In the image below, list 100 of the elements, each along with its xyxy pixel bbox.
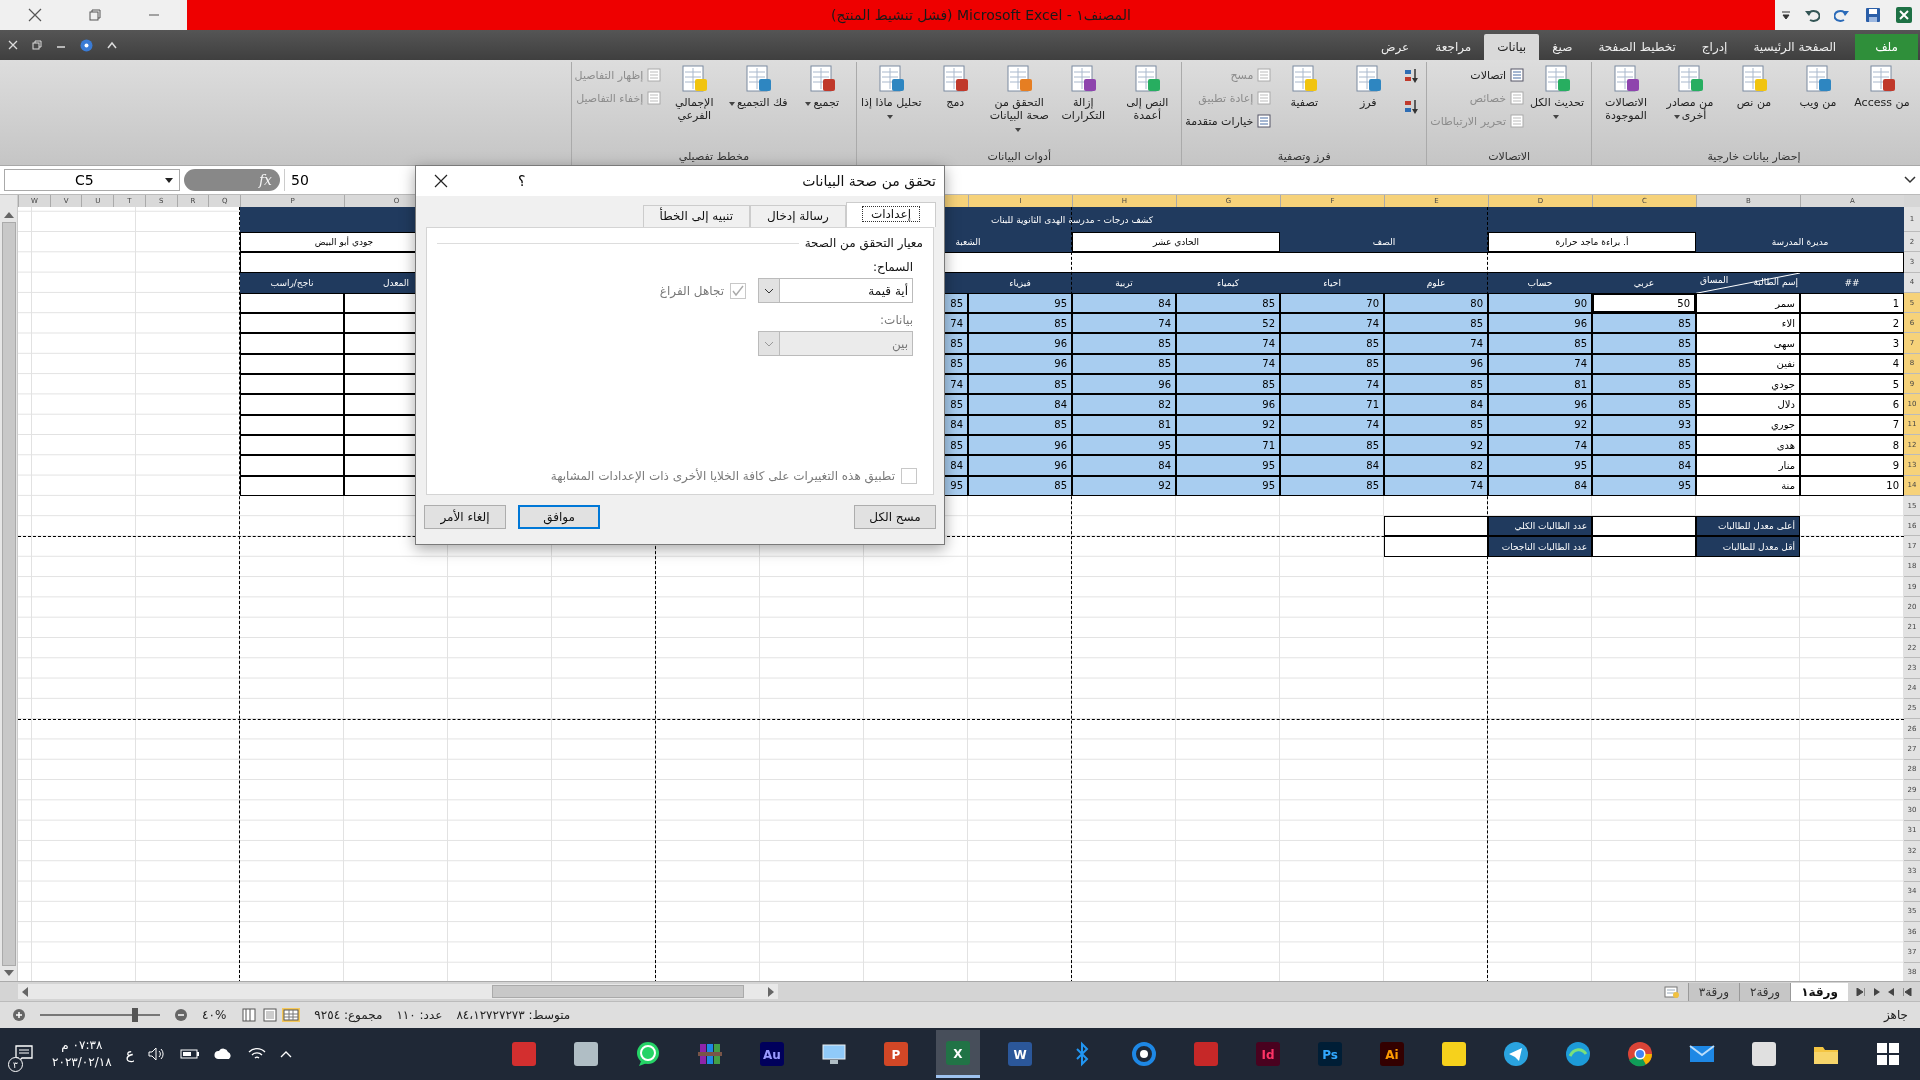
right-arrow-icon[interactable] (767, 986, 775, 997)
name-box[interactable]: C5 (4, 169, 180, 191)
language-indicator[interactable]: ع (125, 1046, 134, 1062)
ribbon-tab[interactable]: مراجعة (1422, 34, 1485, 60)
cloud-icon[interactable] (214, 1048, 234, 1060)
table-cell: 84 (1072, 292, 1176, 314)
table-cell: 80 (1384, 292, 1488, 314)
app-icon[interactable]: X (936, 1030, 980, 1078)
zoom-out-icon[interactable] (174, 1008, 188, 1022)
dialog-tab[interactable]: إعدادات (845, 202, 936, 227)
ribbon-button[interactable]: اتصالات (1430, 65, 1524, 85)
horizontal-scrollbar[interactable] (18, 984, 778, 999)
ribbon-button[interactable]: من مصادر أخرى (1659, 62, 1721, 122)
allow-dropdown[interactable]: أية قيمة (758, 278, 913, 303)
table-cell: منة (1696, 475, 1800, 496)
table-cell: سمر (1696, 292, 1800, 314)
chevron-up-icon[interactable] (107, 41, 117, 49)
vertical-scrollbar[interactable] (0, 195, 18, 981)
table-cell: 92 (1072, 475, 1176, 496)
ribbon-tab[interactable]: إدراج (1688, 34, 1741, 60)
last-sheet-icon[interactable] (1903, 987, 1912, 996)
save-icon[interactable] (1864, 7, 1881, 23)
sheet-icon (1867, 64, 1897, 94)
ribbon-button[interactable]: من نص (1723, 62, 1785, 109)
header-cell: حساب (1488, 272, 1592, 293)
dialog-tab[interactable]: تنبيه إلى الخطأ (642, 205, 750, 227)
ribbon-button[interactable]: الاتصالات الموجودة (1595, 62, 1657, 122)
next-sheet-icon[interactable] (1888, 987, 1895, 996)
table-cell: جودي (1696, 374, 1800, 395)
ribbon-button[interactable]: التحقق من صحة البيانات (988, 62, 1051, 135)
table-cell: أعلى معدل للطالبات (1696, 516, 1800, 537)
table-cell: 85 (968, 313, 1072, 334)
table-cell: 93 (1592, 414, 1696, 435)
previous-sheet-icon[interactable] (1873, 987, 1880, 996)
battery-icon[interactable] (180, 1048, 200, 1060)
help-icon[interactable] (80, 38, 93, 52)
up-arrow-icon[interactable] (3, 211, 14, 219)
ribbon-button[interactable]: من ويب (1787, 62, 1849, 109)
zoom-percent[interactable]: %٤٠ (202, 1008, 227, 1022)
table-cell: 8 (1800, 434, 1904, 456)
sheet-tab[interactable]: ورقة٢ (1738, 982, 1791, 1001)
status-text: مجموع: ٩٢٥٤ (314, 1008, 383, 1022)
wifi-icon[interactable] (248, 1047, 266, 1061)
ribbon-button[interactable]: دمج (924, 62, 987, 109)
ribbon-button[interactable]: فك التجميع (727, 62, 790, 109)
zoom-slider-thumb[interactable] (132, 1008, 139, 1022)
ribbon-button[interactable]: من Access (1851, 62, 1913, 109)
table-cell: الحادي عشر (1072, 232, 1280, 253)
list-icon (647, 68, 662, 82)
close-icon[interactable] (434, 174, 448, 188)
page-layout-view-icon[interactable] (261, 1008, 280, 1022)
page-break-view-icon[interactable] (282, 1008, 301, 1022)
ribbon-button[interactable]: تحديث الكل (1526, 62, 1588, 122)
ribbon-tab[interactable]: صيغ (1539, 34, 1586, 60)
chevron-down-icon[interactable] (1904, 176, 1916, 184)
ribbon-tab[interactable]: الصفحة الرئيسية (1740, 34, 1850, 60)
help-button[interactable]: ؟ (518, 173, 526, 189)
spreadsheet-logo-icon[interactable] (1894, 6, 1913, 24)
ribbon-tab[interactable]: عرض (1367, 34, 1423, 60)
table-cell: نفين (1696, 353, 1800, 375)
table-cell: 84 (1072, 455, 1176, 476)
undo-icon[interactable] (1804, 8, 1821, 22)
ribbon-tab[interactable]: بيانات (1484, 34, 1540, 60)
table-cell: 85 (1384, 374, 1488, 395)
dialog-button[interactable]: موافق (518, 505, 600, 529)
ribbon-button[interactable]: تصفية (1273, 62, 1336, 109)
restore-icon[interactable] (32, 40, 42, 50)
left-arrow-icon[interactable] (21, 986, 29, 997)
sheet-tab[interactable]: ورقة٣ (1687, 982, 1739, 1001)
ribbon-button[interactable]: تحليل ماذا إذا (860, 62, 923, 122)
ribbon-button[interactable]: الإجمالي الفرعي (663, 62, 726, 122)
sheet-icon (679, 64, 710, 94)
table-cell: 3 (1800, 333, 1904, 354)
sheet-tab[interactable]: ورقة١ (1790, 982, 1848, 1001)
maximize-icon[interactable] (88, 9, 101, 21)
ribbon-button[interactable]: إزالة التكرارات (1052, 62, 1115, 122)
table-cell: 85 (1592, 353, 1696, 375)
normal-view-icon[interactable] (240, 1008, 259, 1022)
redo-icon[interactable] (1834, 8, 1851, 22)
table-cell: 96 (968, 455, 1072, 476)
ribbon-button[interactable]: فرز (1337, 62, 1400, 109)
sheet-icon (743, 64, 774, 94)
ribbon-button[interactable]: تجميع (791, 62, 854, 109)
ribbon-button[interactable]: النص إلى أعمدة (1116, 62, 1179, 122)
dialog-button[interactable]: مسح الكل (854, 505, 936, 529)
zoom-in-icon[interactable] (12, 1008, 26, 1022)
close-icon[interactable] (27, 8, 42, 22)
caret-icon[interactable] (1782, 10, 1791, 20)
speaker-icon[interactable] (148, 1047, 166, 1061)
dialog-button[interactable]: إلغاء الأمر (424, 505, 506, 529)
group-label: إحضار بيانات خارجية (1706, 150, 1802, 165)
table-cell: 85 (1384, 313, 1488, 334)
first-sheet-icon[interactable] (1856, 987, 1865, 996)
ribbon-tab[interactable]: ملف (1855, 34, 1918, 60)
ribbon-tab[interactable]: تخطيط الصفحة (1585, 34, 1689, 60)
down-arrow-icon[interactable] (3, 969, 14, 977)
dialog-tab[interactable]: رسالة إدخال (750, 205, 846, 227)
clock[interactable]: ٠٧:٣٨ م ٢٠٢٣/٠٢/١٨ (52, 1037, 112, 1071)
status-text: متوسط: ٨٤،١٢٧٢٧٢٧٣ (456, 1008, 571, 1022)
ribbon-button[interactable]: خيارات متقدمة (1185, 111, 1272, 131)
